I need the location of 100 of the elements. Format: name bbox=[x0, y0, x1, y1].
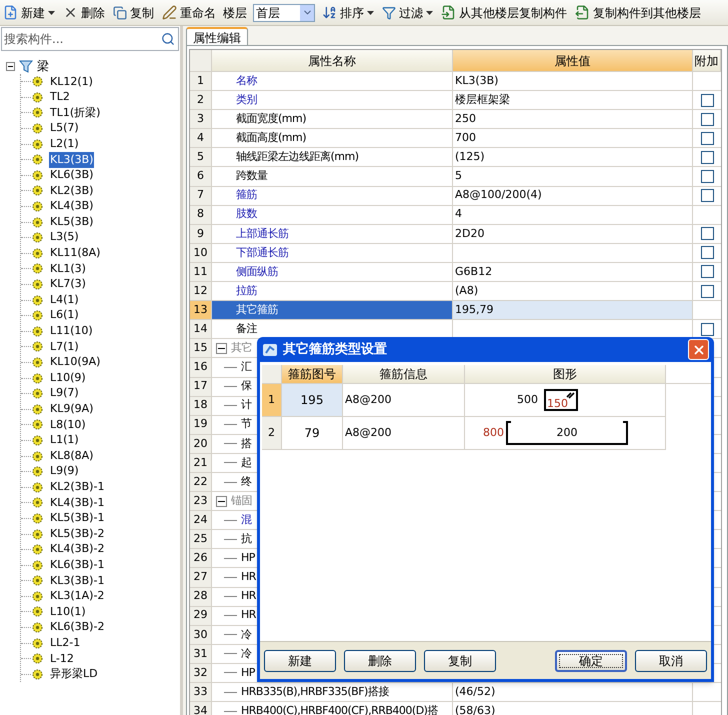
tree-item[interactable]: KL4(3B)-2 bbox=[49, 541, 106, 558]
tree-item[interactable]: KL6(3B)-1 bbox=[49, 556, 106, 574]
column-header[interactable]: 图形 bbox=[465, 365, 666, 383]
table-row[interactable]: 2 类别 楼层框架梁 bbox=[190, 91, 721, 110]
checkbox[interactable] bbox=[700, 94, 714, 107]
floor-select[interactable]: 首层 bbox=[253, 4, 315, 22]
collapse-toggle[interactable] bbox=[216, 496, 227, 507]
toolbar-button[interactable]: 复制 bbox=[112, 4, 155, 22]
table-row[interactable]: 3 截面宽度(mm) 250 bbox=[190, 110, 721, 130]
stirrup-info: A8@200 bbox=[343, 384, 465, 416]
table-row[interactable]: 2 79 A8@200 800 200 bbox=[262, 417, 666, 450]
row-number: 24 bbox=[190, 511, 212, 530]
row-number: 23 bbox=[190, 492, 212, 510]
tree-item[interactable]: KL4(3B)-1 bbox=[49, 494, 106, 512]
toolbar-button[interactable]: 复制构件到其他楼层 bbox=[574, 4, 702, 22]
tree-item[interactable]: L3(5) bbox=[49, 229, 80, 246]
tree-item[interactable]: KL5(3B)-2 bbox=[49, 526, 106, 542]
dialog-button[interactable]: 复制 bbox=[424, 650, 496, 672]
tree-item[interactable]: L10(1) bbox=[49, 604, 87, 620]
tree-item[interactable]: TL2 bbox=[49, 89, 71, 106]
checkbox[interactable] bbox=[700, 246, 714, 260]
table-row[interactable]: 1 195 A8@200 500 150 bbox=[262, 384, 666, 417]
column-header[interactable]: 属性名称 bbox=[212, 50, 453, 71]
search-field[interactable]: 搜索构件... bbox=[1, 27, 179, 51]
column-header[interactable]: 附加 bbox=[693, 50, 721, 71]
tree-item[interactable]: KL3(3B) bbox=[49, 152, 94, 168]
dialog-button[interactable]: 确定 bbox=[555, 650, 627, 672]
checkbox[interactable] bbox=[700, 265, 714, 278]
toolbar-button[interactable]: 排序 bbox=[321, 4, 375, 22]
tree-item[interactable]: KL4(3B) bbox=[49, 198, 94, 215]
tree-item[interactable]: KL12(1) bbox=[49, 74, 94, 90]
checkbox[interactable] bbox=[700, 150, 714, 164]
table-row[interactable]: 7 箍筋 A8@100/200(4) bbox=[190, 186, 721, 206]
tree-item[interactable]: L9(9) bbox=[49, 463, 80, 480]
table-row[interactable]: 5 轴线距梁左边线距离(mm) (125) bbox=[190, 148, 721, 168]
tree-item[interactable]: KL1(3) bbox=[49, 260, 87, 278]
tree-item[interactable]: L1(1) bbox=[49, 432, 80, 449]
tree-item[interactable]: TL1(折梁) bbox=[49, 104, 102, 122]
tree-item[interactable]: KL11(8A) bbox=[49, 245, 102, 262]
dialog-button[interactable]: 取消 bbox=[635, 650, 707, 672]
tree-item[interactable]: KL5(3B) bbox=[49, 214, 94, 230]
table-row[interactable]: 33 HRB335(B),HRBF335(BF)搭接 (46/52) bbox=[190, 683, 721, 702]
toolbar-button[interactable]: 重命名 bbox=[161, 4, 217, 22]
tree-item[interactable]: KL10(9A) bbox=[49, 354, 102, 371]
toolbar-button[interactable]: 新建 bbox=[2, 4, 56, 22]
table-row[interactable]: 11 侧面纵筋 G6B12 bbox=[190, 262, 721, 282]
table-row[interactable]: 8 肢数 4 bbox=[190, 206, 721, 225]
dialog-button[interactable]: 删除 bbox=[344, 650, 416, 672]
property-name: HRB335(B),HRBF335(BF)搭接 bbox=[241, 684, 389, 700]
collapse-toggle[interactable] bbox=[216, 342, 227, 354]
column-header[interactable]: 箍筋信息 bbox=[343, 365, 465, 383]
tree-item[interactable]: L7(1) bbox=[49, 338, 80, 356]
tree-item[interactable]: L8(10) bbox=[49, 416, 87, 434]
tree-item[interactable]: L6(1) bbox=[49, 307, 80, 324]
table-row[interactable]: 13 其它箍筋 195,79 bbox=[190, 301, 721, 320]
column-header[interactable]: 箍筋图号 bbox=[282, 365, 343, 383]
collapse-toggle[interactable] bbox=[6, 62, 15, 70]
tree-item[interactable]: L11(10) bbox=[49, 323, 94, 340]
table-row[interactable]: 4 截面高度(mm) 700 bbox=[190, 129, 721, 148]
tab[interactable]: 属性编辑 bbox=[186, 27, 248, 45]
table-row[interactable]: 12 拉筋 (A8) bbox=[190, 282, 721, 302]
row-number: 12 bbox=[190, 282, 212, 300]
table-row[interactable]: 1 名称 KL3(3B) bbox=[190, 72, 721, 92]
tree-item[interactable]: KL2(3B)-1 bbox=[49, 478, 106, 496]
checkbox[interactable] bbox=[700, 170, 714, 184]
checkbox[interactable] bbox=[700, 132, 714, 145]
toolbar-button[interactable]: 过滤 bbox=[381, 4, 434, 22]
stirrup-code: 79 bbox=[282, 417, 343, 449]
table-row[interactable]: 9 上部通长筋 2D20 bbox=[190, 224, 721, 244]
tree-item[interactable]: KL6(3B)-2 bbox=[49, 619, 106, 636]
tree-item[interactable]: 异形梁LD bbox=[49, 666, 99, 683]
checkbox[interactable] bbox=[700, 227, 714, 240]
tree-item[interactable]: L4(1) bbox=[49, 292, 80, 308]
tree-item[interactable]: L-12 bbox=[49, 650, 75, 668]
tree-item[interactable]: KL3(1A)-2 bbox=[49, 588, 106, 605]
toolbar-button[interactable]: 删除 bbox=[62, 4, 106, 22]
checkbox[interactable] bbox=[700, 322, 714, 336]
table-row[interactable]: 10 下部通长筋 bbox=[190, 244, 721, 263]
tree-root-label[interactable]: 梁 bbox=[37, 57, 49, 75]
checkbox[interactable] bbox=[700, 112, 714, 126]
toolbar-button[interactable]: 从其他楼层复制构件 bbox=[440, 4, 568, 22]
property-name: 冷 bbox=[241, 626, 252, 643]
tree-item[interactable]: L5(7) bbox=[49, 120, 80, 137]
tree-item[interactable]: KL7(3) bbox=[49, 276, 87, 293]
checkbox[interactable] bbox=[700, 189, 714, 202]
tree-item[interactable]: KL5(3B)-1 bbox=[49, 510, 106, 527]
close-button[interactable] bbox=[688, 339, 709, 360]
table-row[interactable]: 6 跨数量 5 bbox=[190, 167, 721, 187]
tree-item[interactable]: LL2-1 bbox=[49, 634, 82, 652]
tree-item[interactable]: KL2(3B) bbox=[49, 182, 94, 200]
tree-item[interactable]: KL8(8A) bbox=[49, 448, 94, 464]
dialog-button[interactable]: 新建 bbox=[264, 650, 336, 672]
tree-item[interactable]: L2(1) bbox=[49, 136, 80, 152]
tree-item[interactable]: KL6(3B) bbox=[49, 167, 94, 184]
checkbox[interactable] bbox=[700, 284, 714, 298]
tree-item[interactable]: L10(9) bbox=[49, 370, 87, 386]
tree-item[interactable]: KL9(9A) bbox=[49, 401, 94, 418]
column-header[interactable]: 属性值 bbox=[453, 50, 693, 71]
tree-item[interactable]: KL3(3B)-1 bbox=[49, 572, 106, 590]
tree-item[interactable]: L9(7) bbox=[49, 385, 80, 402]
